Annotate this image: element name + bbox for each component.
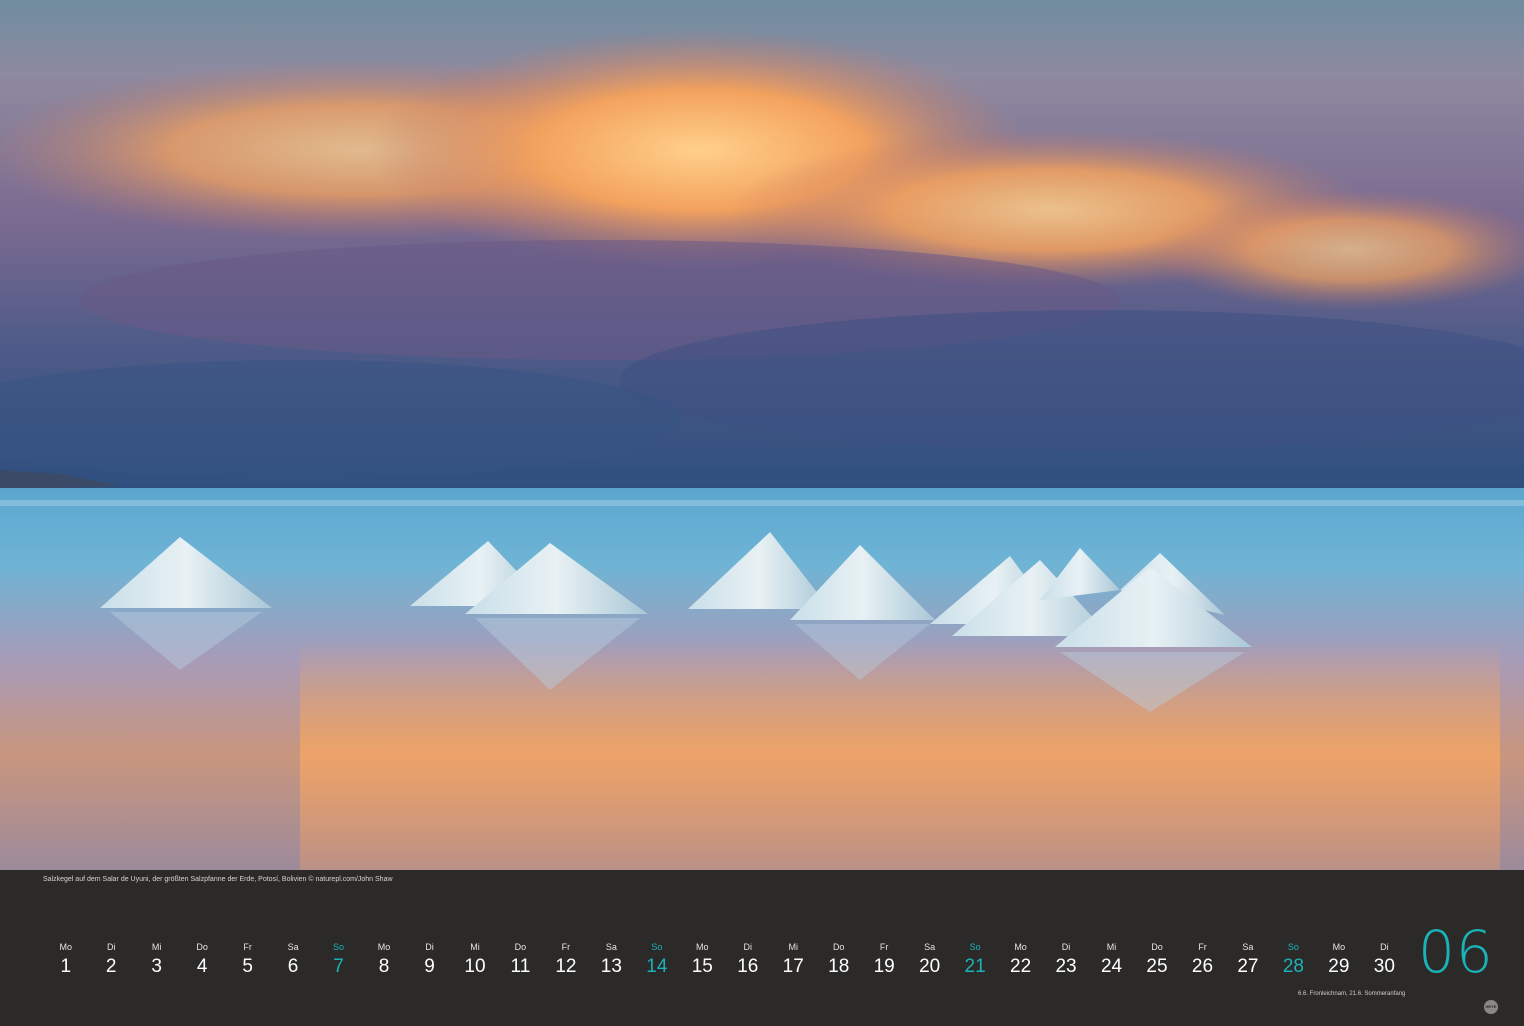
day-number: 18	[828, 956, 850, 977]
day-cell: Mi 17	[771, 940, 816, 990]
day-number: 11	[510, 956, 531, 977]
day-cell: Mi 3	[134, 940, 179, 990]
day-cell: Sa 13	[589, 940, 634, 990]
day-number: 10	[464, 956, 486, 977]
day-number: 16	[737, 956, 759, 977]
day-cell: Mi 10	[452, 940, 497, 990]
day-number: 8	[378, 956, 390, 977]
day-number: 1	[60, 956, 72, 977]
weekday-label: Mi	[151, 942, 162, 952]
day-number: 17	[782, 956, 804, 977]
weekday-label: Di	[425, 942, 434, 952]
day-row: Mo 1 Di 2 Mi 3 Do 4 Fr 5 Sa 6 So 7 Mo 8 Di 9 Mi 10 Do 11 Fr 12 S…	[43, 940, 1407, 990]
weekday-label: Mo	[696, 942, 709, 952]
day-number: 4	[196, 956, 208, 977]
day-cell: Fr 12	[543, 940, 588, 990]
day-cell: Mo 8	[361, 940, 406, 990]
day-number: 3	[151, 956, 162, 977]
day-number: 23	[1055, 956, 1077, 977]
day-cell: Di 2	[88, 940, 133, 990]
calendar-strip: Salzkegel auf dem Salar de Uyuni, der gr…	[0, 870, 1524, 1026]
day-number: 27	[1237, 956, 1259, 977]
day-number: 19	[873, 956, 895, 977]
weekday-label: Do	[196, 942, 208, 952]
day-number: 5	[242, 956, 253, 977]
day-cell: Mo 15	[680, 940, 725, 990]
day-number: 29	[1328, 956, 1350, 977]
day-number: 6	[287, 956, 299, 977]
day-cell: Di 23	[1043, 940, 1088, 990]
weekday-label: Do	[832, 942, 845, 952]
weekday-label: So	[1287, 942, 1299, 952]
day-cell: Di 16	[725, 940, 770, 990]
weekday-label: Fr	[561, 942, 571, 952]
day-cell: Mo 29	[1316, 940, 1361, 990]
weekday-label: Do	[514, 942, 527, 952]
day-cell: So 14	[634, 940, 679, 990]
weekday-label: Di	[1380, 942, 1389, 952]
day-number: 13	[600, 956, 622, 977]
day-cell: So 28	[1271, 940, 1316, 990]
day-number: 24	[1100, 956, 1123, 977]
day-cell: Do 4	[179, 940, 224, 990]
day-number: 22	[1010, 956, 1032, 977]
day-number: 14	[646, 956, 668, 977]
day-cell: So 21	[952, 940, 997, 990]
day-cell: Fr 26	[1180, 940, 1225, 990]
weekday-label: Sa	[287, 942, 299, 952]
day-number: 28	[1282, 956, 1304, 977]
day-cell: Di 9	[407, 940, 452, 990]
day-number: 2	[105, 956, 117, 977]
day-number: 15	[691, 956, 713, 977]
weekday-label: Mo	[1332, 942, 1346, 952]
day-cell: Fr 5	[225, 940, 270, 990]
weekday-label: Mo	[377, 942, 391, 952]
weekday-label: So	[333, 942, 345, 952]
day-number: 12	[555, 956, 577, 977]
weekday-label: Sa	[605, 942, 617, 952]
day-cell: Fr 19	[861, 940, 906, 990]
weekday-label: Fr	[243, 942, 252, 952]
day-number: 20	[919, 956, 941, 977]
salt-flat-photo-illustration	[0, 0, 1524, 870]
weekday-label: Mi	[1106, 942, 1117, 952]
weekday-label: Mi	[788, 942, 798, 952]
day-cell: Sa 27	[1225, 940, 1270, 990]
weekday-label: Sa	[1242, 942, 1254, 952]
day-cell: Mo 22	[998, 940, 1043, 990]
day-cell: Mo 1	[43, 940, 88, 990]
day-number: 21	[964, 956, 986, 977]
weekday-label: So	[969, 942, 981, 952]
calendar-page: Salzkegel auf dem Salar de Uyuni, der gr…	[0, 0, 1524, 1026]
weekday-label: Mi	[470, 942, 480, 952]
landscape-photo	[0, 0, 1524, 870]
day-cell: Sa 6	[270, 940, 315, 990]
day-number: 25	[1146, 956, 1168, 977]
weekday-label: Di	[743, 942, 753, 952]
month-number: 06	[1418, 918, 1494, 986]
day-cell: Sa 20	[907, 940, 952, 990]
day-cell: Do 11	[498, 940, 543, 990]
day-number: 7	[333, 956, 344, 977]
weekday-label: Sa	[924, 942, 936, 952]
day-cell: Di 30	[1362, 940, 1407, 990]
day-cell: Do 25	[1134, 940, 1179, 990]
publisher-logo: HEYE	[1484, 1000, 1498, 1014]
photo-caption: Salzkegel auf dem Salar de Uyuni, der gr…	[43, 876, 393, 883]
weekday-label: Do	[1151, 942, 1163, 952]
weekday-label: Mo	[1014, 942, 1027, 952]
day-cell: Mi 24	[1089, 940, 1134, 990]
weekday-label: Di	[106, 942, 116, 952]
weekday-label: Fr	[879, 942, 889, 952]
day-number: 9	[424, 956, 435, 977]
weekday-label: Fr	[1198, 942, 1207, 952]
weekday-label: Di	[1061, 942, 1071, 952]
weekday-label: So	[651, 942, 663, 952]
day-cell: Do 18	[816, 940, 861, 990]
holidays-note: 6.6. Fronleichnam, 21.6. Sommeranfang	[1298, 991, 1406, 997]
day-number: 30	[1373, 956, 1395, 977]
day-cell: So 7	[316, 940, 361, 990]
day-number: 26	[1191, 956, 1214, 977]
weekday-label: Mo	[59, 942, 72, 952]
